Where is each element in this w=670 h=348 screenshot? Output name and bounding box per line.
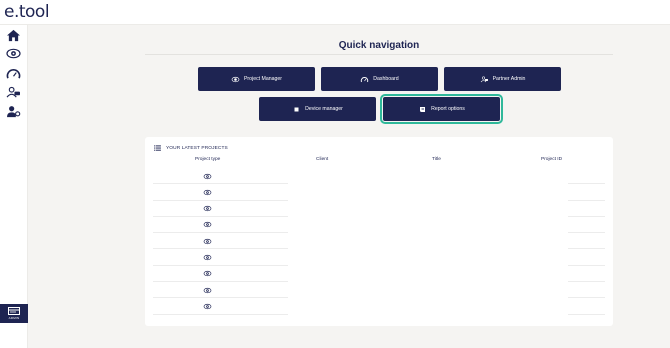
eye-gear-icon[interactable] [202,188,212,196]
eye-gear-icon[interactable] [5,46,22,60]
table-row[interactable] [153,298,605,315]
table-row[interactable] [153,184,605,201]
table-row[interactable] [153,266,605,283]
table-row[interactable] [153,168,605,185]
latest-projects-heading: YOUR LATEST PROJECTS [154,145,228,151]
report-options-label: Report options [431,106,465,112]
gauge-icon [361,76,369,82]
partner-handshake-icon [480,75,488,82]
row-divider [568,313,605,315]
table-row[interactable] [153,250,605,266]
table-row[interactable] [153,282,605,299]
dashboard-label: Dashboard [373,76,399,82]
column-header-project-id[interactable]: Project ID [541,157,562,162]
device-manager-button[interactable]: Device manager [259,97,376,121]
eye-gear-icon[interactable] [202,172,212,180]
sidebar: ADMIN [0,25,28,348]
admin-panel-icon [8,307,20,315]
top-bar: e.tool [0,0,670,25]
dashboard-button[interactable]: Dashboard [321,67,438,91]
user-cog-icon[interactable] [5,104,22,118]
list-icon [154,145,161,151]
table-row[interactable] [153,201,605,217]
partner-admin-button[interactable]: Partner Admin [444,67,561,91]
eye-gear-icon [231,76,240,82]
table-row[interactable] [153,217,605,234]
etool-logo[interactable]: e.tool [4,2,50,22]
table-row[interactable] [153,233,605,250]
eye-gear-icon[interactable] [202,254,212,262]
eye-gear-icon[interactable] [202,221,212,229]
eye-gear-icon[interactable] [202,270,212,278]
device-square-icon [294,107,299,111]
partner-admin-label: Partner Admin [492,76,526,82]
report-scroll-icon [420,106,426,112]
latest-projects-card: YOUR LATEST PROJECTS Project type Client… [145,137,613,326]
eye-gear-icon[interactable] [202,286,212,294]
project-manager-label: Project Manager [243,76,283,82]
latest-projects-heading-label: YOUR LATEST PROJECTS [166,145,228,151]
column-header-project-type[interactable]: Project type [195,157,220,162]
project-manager-button[interactable]: Project Manager [198,67,315,91]
admin-label: ADMIN [8,316,20,320]
eye-gear-icon[interactable] [202,237,212,245]
eye-gear-icon[interactable] [202,205,212,213]
title-divider [145,54,613,55]
home-icon[interactable] [5,28,22,42]
device-manager-label: Device manager [305,106,343,112]
report-options-button[interactable]: Report options [380,94,503,124]
gauge-icon[interactable] [5,66,22,80]
eye-gear-icon[interactable] [202,302,212,310]
partner-handshake-icon[interactable] [5,85,22,99]
row-divider [153,313,288,315]
column-header-title[interactable]: Title [432,157,441,162]
page-title: Quick navigation [338,40,420,51]
admin-panel-button[interactable]: ADMIN [0,304,28,323]
column-header-client[interactable]: Client [316,157,328,162]
